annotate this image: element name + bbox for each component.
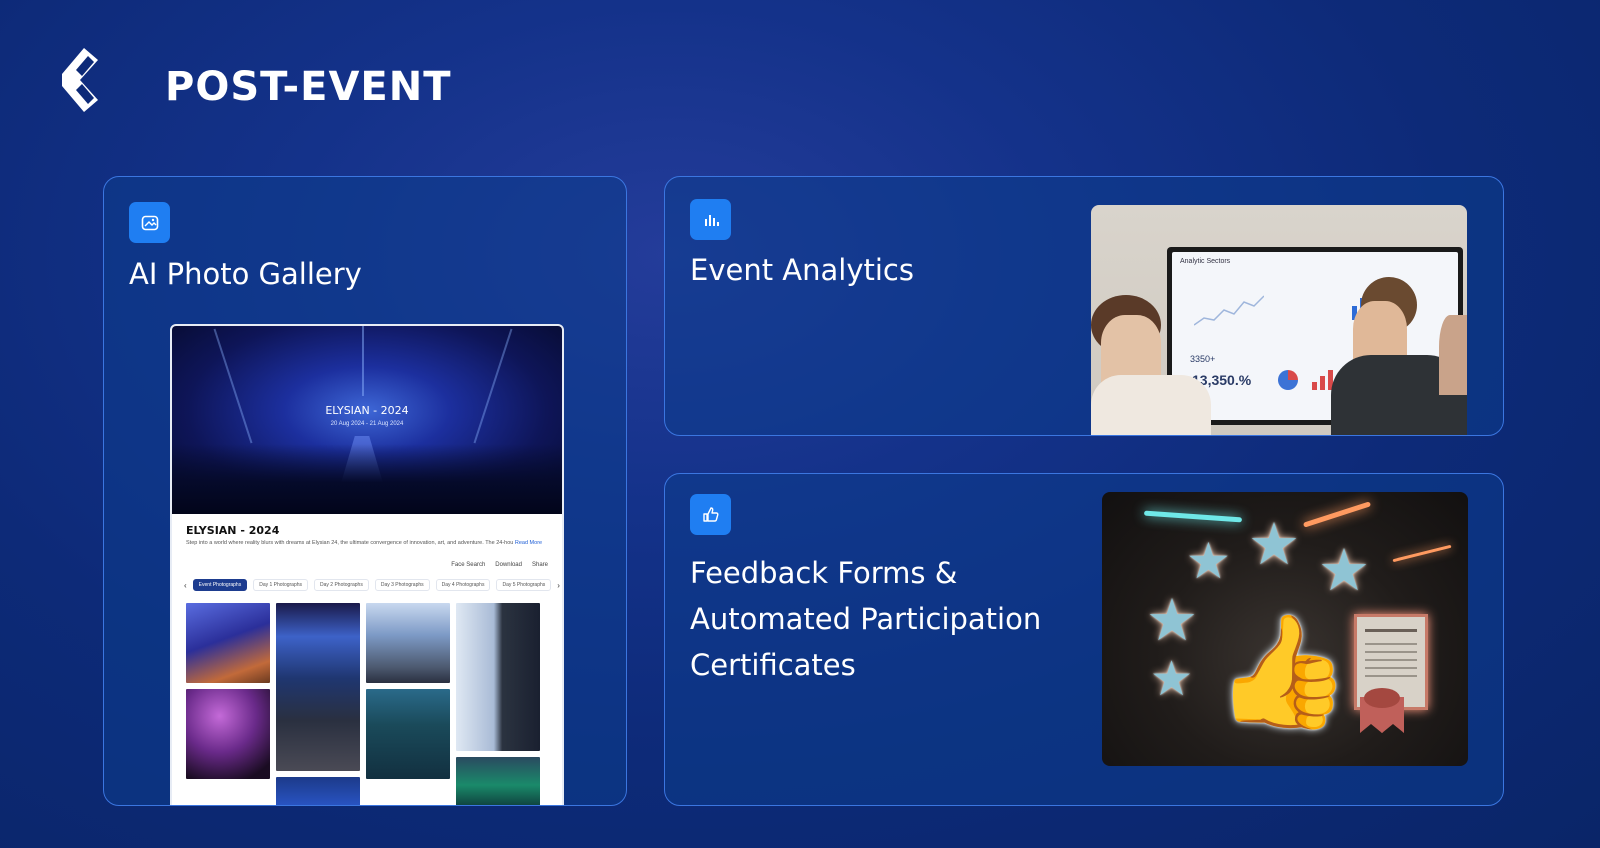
ai-photo-gallery-card: AI Photo Gallery ELYSIAN - 2024 20 Aug 2… <box>103 176 627 806</box>
tab-day-3[interactable]: Day 3 Photographs <box>374 579 430 591</box>
gallery-hero-banner: ELYSIAN - 2024 20 Aug 2024 - 21 Aug 2024 <box>172 326 562 514</box>
analytics-photo: Analytic Sectors 3350+ 13,350.% <box>1091 205 1467 435</box>
certificate-seal <box>1364 688 1400 708</box>
gallery-photo[interactable] <box>456 603 540 751</box>
read-more-link[interactable]: Read More <box>515 540 542 546</box>
event-title: ELYSIAN - 2024 <box>186 524 280 537</box>
event-description: Step into a world where reality blurs wi… <box>186 540 543 546</box>
feedback-certificates-card: Feedback Forms & Automated Participation C… <box>664 473 1504 806</box>
card-title-event-analytics: Event Analytics <box>690 253 914 287</box>
gallery-photo[interactable] <box>186 603 270 683</box>
thumbs-up-icon <box>690 494 731 535</box>
card-title-feedback: Feedback Forms & Automated Participation C… <box>690 556 1042 682</box>
star-icon: ★ <box>1318 538 1370 603</box>
feedback-illustration: ★ ★ ★ ★ ★ 👍 <box>1102 492 1468 766</box>
gallery-photo[interactable] <box>366 689 450 779</box>
event-analytics-card: Event Analytics Analytic Sectors 3350+ 1… <box>664 176 1504 436</box>
download-button[interactable]: Download <box>495 562 522 568</box>
gallery-photo[interactable] <box>276 777 360 805</box>
star-icon: ★ <box>1150 653 1194 706</box>
bar-chart-icon <box>690 199 731 240</box>
face-search-button[interactable]: Face Search <box>451 562 485 568</box>
tab-day-4[interactable]: Day 4 Photographs <box>435 579 491 591</box>
chevron-left-icon[interactable]: ‹ <box>184 581 187 590</box>
thumbs-up-icon: 👍 <box>1214 610 1351 733</box>
gallery-photo[interactable] <box>186 689 270 779</box>
gallery-tabs: ‹ Event Photographs Day 1 Photographs Da… <box>184 578 560 592</box>
brand-logo-icon <box>62 48 98 112</box>
page-title: POST-EVENT <box>165 64 452 110</box>
star-icon: ★ <box>1186 533 1231 589</box>
card-title-ai-photo-gallery: AI Photo Gallery <box>129 257 362 291</box>
tab-day-2[interactable]: Day 2 Photographs <box>314 579 369 591</box>
image-icon <box>129 202 170 243</box>
gallery-photo[interactable] <box>276 603 360 771</box>
gallery-photo[interactable] <box>366 603 450 683</box>
star-icon: ★ <box>1146 588 1198 653</box>
gallery-actions: Face Search Download Share <box>451 562 548 568</box>
star-icon: ★ <box>1248 512 1300 577</box>
hero-title: ELYSIAN - 2024 <box>325 404 409 417</box>
chevron-right-icon[interactable]: › <box>557 581 560 590</box>
dashboard-header: Analytic Sectors <box>1180 258 1231 265</box>
tab-event-photographs[interactable]: Event Photographs <box>192 579 248 591</box>
tab-day-5[interactable]: Day 5 Photographs <box>496 579 552 591</box>
dashboard-stat-small: 3350+ <box>1190 354 1216 364</box>
photo-grid <box>186 603 552 805</box>
tab-day-1[interactable]: Day 1 Photographs <box>253 579 309 591</box>
gallery-screenshot: ELYSIAN - 2024 20 Aug 2024 - 21 Aug 2024… <box>170 324 564 805</box>
hero-date: 20 Aug 2024 - 21 Aug 2024 <box>330 421 404 427</box>
gallery-photo[interactable] <box>456 757 540 805</box>
share-button[interactable]: Share <box>532 562 548 568</box>
